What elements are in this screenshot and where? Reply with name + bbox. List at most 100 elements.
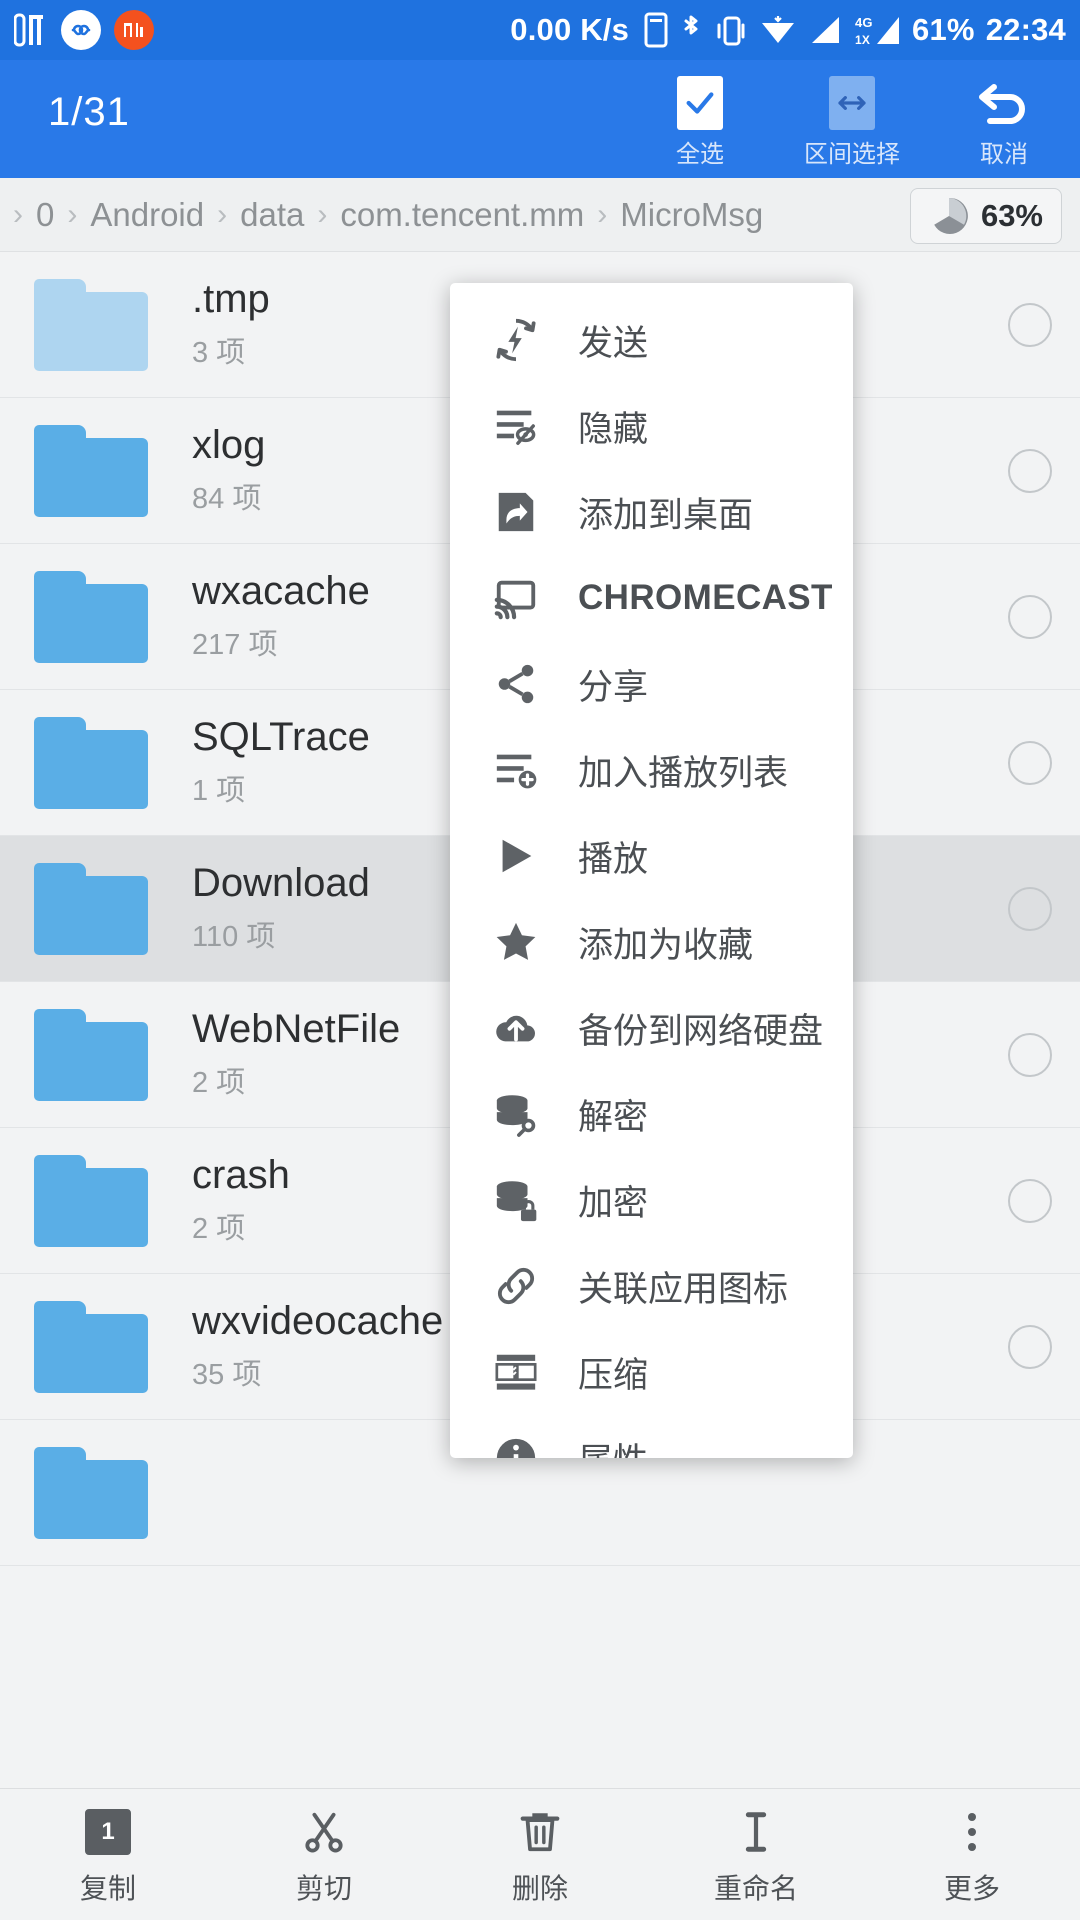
- row-select-circle[interactable]: [1008, 1178, 1052, 1223]
- menu-item-label: 发送: [578, 323, 649, 363]
- breadcrumb-separator: ›: [317, 197, 328, 231]
- breadcrumb: › 0 › Android › data › com.tencent.mm › …: [0, 178, 1080, 252]
- menu-item-add-to-favorites[interactable]: 添加为收藏: [450, 899, 853, 985]
- select-all-button[interactable]: 全选: [624, 60, 776, 169]
- cancel-undo-icon: [976, 74, 1032, 132]
- menu-item-label: 分享: [578, 667, 649, 707]
- menu-item-label: 加密: [578, 1183, 649, 1223]
- menu-item-add-to-playlist[interactable]: 加入播放列表: [450, 727, 853, 813]
- menu-item-label: 备份到网络硬盘: [578, 1011, 824, 1051]
- breadcrumb-item-4[interactable]: MicroMsg: [614, 196, 769, 234]
- breadcrumb-items: › 0 › Android › data › com.tencent.mm › …: [6, 196, 769, 234]
- breadcrumb-item-2[interactable]: data: [234, 196, 310, 234]
- file-item-count: 84 项: [192, 482, 262, 515]
- breadcrumb-separator: ›: [597, 197, 608, 231]
- sim-card-icon: [644, 12, 668, 48]
- playlist-add-icon: [490, 744, 542, 796]
- breadcrumb-separator: ›: [13, 197, 23, 231]
- bluetooth-icon: [679, 12, 703, 48]
- row-select-circle[interactable]: [1008, 1032, 1052, 1077]
- folder-icon: [34, 1446, 148, 1539]
- menu-item-link-app-icon[interactable]: 关联应用图标: [450, 1243, 853, 1329]
- row-select-circle[interactable]: [1008, 594, 1052, 639]
- row-select-circle[interactable]: [1008, 448, 1052, 493]
- hide-eye-off-icon: [490, 400, 542, 452]
- file-meta: WebNetFile 2 项: [192, 1008, 400, 1100]
- context-menu[interactable]: 发送 隐藏 添加到桌面 CHROMECAST 分享 加入播放列表 播放 添加为收…: [450, 283, 853, 1458]
- menu-item-share[interactable]: 分享: [450, 641, 853, 727]
- menu-item-properties[interactable]: 属性: [450, 1415, 853, 1458]
- folder-icon: [34, 862, 148, 955]
- menu-item-encrypt[interactable]: 加密: [450, 1157, 853, 1243]
- folder-icon: [34, 1154, 148, 1247]
- file-item-count: 1 项: [192, 774, 246, 807]
- rename-button[interactable]: 重命名: [648, 1789, 864, 1920]
- menu-item-label: 播放: [578, 839, 649, 879]
- menu-item-label: 加入播放列表: [578, 753, 789, 793]
- menu-item-backup-to-cloud[interactable]: 备份到网络硬盘: [450, 985, 853, 1071]
- breadcrumb-item-1[interactable]: Android: [84, 196, 210, 234]
- music-app-icon: [14, 12, 48, 48]
- menu-item-add-to-desktop[interactable]: 添加到桌面: [450, 469, 853, 555]
- storage-usage-chip[interactable]: 63%: [909, 188, 1062, 244]
- copy-button[interactable]: 1 复制: [0, 1789, 216, 1920]
- delete-label: 删除: [511, 1872, 568, 1904]
- menu-item-label: 属性: [578, 1433, 648, 1459]
- file-item-count: 3 项: [192, 336, 246, 369]
- wifi-icon: [759, 14, 797, 46]
- folder-icon: [34, 1300, 148, 1393]
- selection-toolbar: 1/31 全选 区间选择 取消: [0, 60, 1080, 178]
- select-all-label: 全选: [676, 141, 724, 168]
- file-name: SQLTrace: [192, 715, 370, 760]
- signal-bars-icon: [808, 14, 844, 46]
- pie-chart-icon: [929, 196, 969, 236]
- file-meta: Download 110 项: [192, 862, 370, 954]
- scissors-icon: [301, 1803, 347, 1861]
- file-name: wxvideocache: [192, 1299, 444, 1344]
- folder-hidden-icon: [34, 278, 148, 371]
- more-vertical-icon: [968, 1803, 976, 1861]
- copy-icon: 1: [85, 1803, 131, 1861]
- breadcrumb-item-0[interactable]: 0: [30, 196, 60, 234]
- menu-item-chromecast[interactable]: CHROMECAST: [450, 555, 853, 641]
- status-clock: 22:34: [985, 12, 1066, 47]
- menu-item-label: 添加到桌面: [578, 495, 754, 535]
- breadcrumb-item-3[interactable]: com.tencent.mm: [334, 196, 590, 234]
- file-item-count: 2 项: [192, 1212, 246, 1245]
- battery-percent: 61%: [912, 12, 975, 47]
- signal-4g-1x-icon: 4G 1X: [855, 13, 901, 47]
- vibrate-icon: [714, 12, 748, 48]
- menu-item-label: 压缩: [578, 1355, 649, 1395]
- file-item-count: 2 项: [192, 1066, 246, 1099]
- menu-item-decrypt[interactable]: 解密: [450, 1071, 853, 1157]
- folder-icon: [34, 1008, 148, 1101]
- range-select-button[interactable]: 区间选择: [776, 60, 928, 169]
- delete-button[interactable]: 删除: [432, 1789, 648, 1920]
- menu-item-play[interactable]: 播放: [450, 813, 853, 899]
- file-item-count: 110 项: [192, 920, 276, 953]
- file-meta: wxacache 217 项: [192, 570, 370, 662]
- folder-icon: [34, 424, 148, 517]
- file-item-count: 217 项: [192, 628, 278, 661]
- cancel-button[interactable]: 取消: [928, 60, 1080, 169]
- folder-icon: [34, 716, 148, 809]
- row-select-circle[interactable]: [1008, 740, 1052, 785]
- file-meta: SQLTrace 1 项: [192, 716, 370, 808]
- row-select-circle[interactable]: [1008, 302, 1052, 347]
- row-select-circle[interactable]: [1008, 886, 1052, 931]
- cut-button[interactable]: 剪切: [216, 1789, 432, 1920]
- svg-text:4G: 4G: [855, 15, 873, 30]
- file-name: Download: [192, 861, 370, 906]
- network-speed: 0.00 K/s: [510, 12, 630, 47]
- menu-item-send[interactable]: 发送: [450, 297, 853, 383]
- menu-item-compress[interactable]: 压缩: [450, 1329, 853, 1415]
- file-name: xlog: [192, 423, 266, 468]
- row-select-circle[interactable]: [1008, 1324, 1052, 1369]
- menu-item-hide[interactable]: 隐藏: [450, 383, 853, 469]
- file-name: WebNetFile: [192, 1007, 401, 1052]
- more-button[interactable]: 更多: [864, 1789, 1080, 1920]
- play-icon: [490, 830, 542, 882]
- share-icon: [490, 658, 542, 710]
- file-name: wxacache: [192, 569, 370, 614]
- menu-item-label: 解密: [578, 1097, 649, 1137]
